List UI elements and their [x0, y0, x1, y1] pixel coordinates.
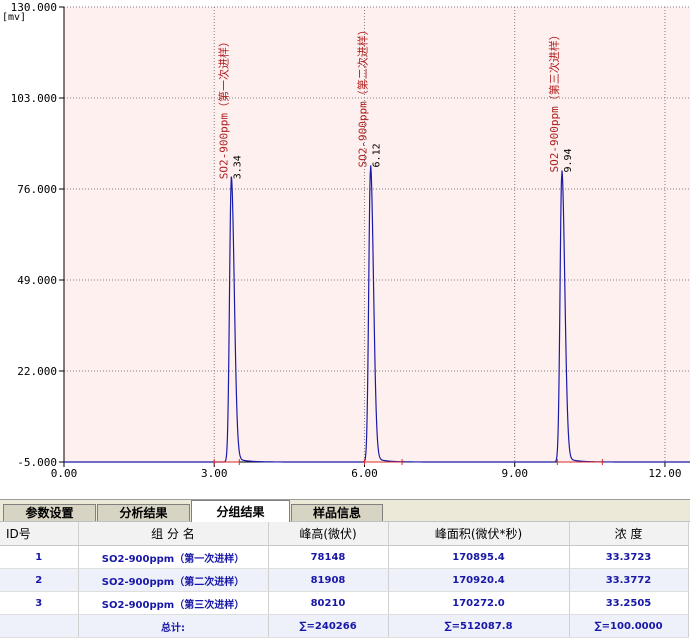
- y-tick-label: 22.000: [17, 365, 57, 378]
- peak-name-label: SO2-900ppm（第一次进样）: [216, 36, 230, 179]
- cell-peak-height: 81908: [268, 568, 389, 592]
- table-row[interactable]: 1 SO2-900ppm（第一次进样） 78148 170895.4 33.37…: [0, 545, 689, 569]
- peak-name-label: SO2-900ppm（第二次进样）: [355, 24, 369, 167]
- tab-sample-info[interactable]: 样品信息: [291, 504, 383, 521]
- header-peak-area[interactable]: 峰面积(微伏*秒): [388, 522, 570, 546]
- cell-peak-height: 80210: [268, 591, 389, 615]
- cell-peak-height: 78148: [268, 545, 389, 569]
- cell-id: 3: [0, 591, 79, 615]
- x-tick-label: 6.00: [351, 467, 378, 480]
- x-tick-label: 3.00: [201, 467, 228, 480]
- peak-rt-label: 3.34: [232, 155, 243, 179]
- chromatogram-chart[interactable]: 0.00 3.00 6.00 9.00 12.00-5.00022.00049.0007…: [0, 0, 690, 498]
- y-tick-label: 76.000: [17, 183, 57, 196]
- header-component-name[interactable]: 组 分 名: [78, 522, 269, 546]
- cell-total-label: 总计:: [78, 614, 269, 638]
- y-tick-label: -5.000: [17, 456, 57, 469]
- cell-total-peak-height: ∑=240266: [268, 614, 389, 638]
- table-header-row: ID号 组 分 名 峰高(微伏) 峰面积(微伏*秒) 浓 度: [0, 522, 689, 546]
- table-row[interactable]: 3 SO2-900ppm（第三次进样） 80210 170272.0 33.25…: [0, 591, 689, 615]
- y-unit-label: [mv]: [2, 12, 26, 23]
- cell-peak-area: 170920.4: [388, 568, 570, 592]
- cell-total-id: [0, 614, 79, 638]
- cell-peak-area: 170895.4: [388, 545, 570, 569]
- tab-group-results[interactable]: 分组结果: [191, 500, 290, 522]
- cell-component-name: SO2-900ppm（第三次进样）: [78, 591, 269, 615]
- cell-id: 2: [0, 568, 79, 592]
- results-table: ID号 组 分 名 峰高(微伏) 峰面积(微伏*秒) 浓 度 1 SO2-900…: [0, 522, 689, 638]
- header-peak-height[interactable]: 峰高(微伏): [268, 522, 389, 546]
- peak-rt-label: 6.12: [371, 143, 382, 167]
- chromatogram-panel: 0.00 3.00 6.00 9.00 12.00 -5.000 22.000 49.000 7…: [0, 0, 690, 498]
- table-totals-row[interactable]: 总计: ∑=240266 ∑=512087.8 ∑=100.0000: [0, 614, 689, 638]
- cell-concentration: 33.3723: [569, 545, 689, 569]
- cell-concentration: 33.2505: [569, 591, 689, 615]
- tab-strip: 参数设置 分析结果 分组结果 样品信息: [0, 499, 690, 522]
- header-concentration[interactable]: 浓 度: [569, 522, 689, 546]
- header-id[interactable]: ID号: [0, 522, 79, 546]
- cell-total-concentration: ∑=100.0000: [569, 614, 689, 638]
- y-tick-label: 49.000: [17, 274, 57, 287]
- y-tick-label: 103.000: [11, 92, 57, 105]
- cell-component-name: SO2-900ppm（第一次进样）: [78, 545, 269, 569]
- x-tick-label: 9.00: [501, 467, 528, 480]
- peak-name-label: SO2-900ppm（第三次进样）: [547, 29, 561, 172]
- cell-total-peak-area: ∑=512087.8: [388, 614, 570, 638]
- peak-rt-label: 9.94: [563, 148, 574, 172]
- tab-analysis-results[interactable]: 分析结果: [97, 504, 190, 521]
- plot-background: [64, 7, 690, 462]
- cell-peak-area: 170272.0: [388, 591, 570, 615]
- cell-id: 1: [0, 545, 79, 569]
- table-row[interactable]: 2 SO2-900ppm（第二次进样） 81908 170920.4 33.37…: [0, 568, 689, 592]
- x-tick-label: 12.00: [648, 467, 681, 480]
- cell-concentration: 33.3772: [569, 568, 689, 592]
- results-grid[interactable]: ID号 组 分 名 峰高(微伏) 峰面积(微伏*秒) 浓 度 1 SO2-900…: [0, 521, 690, 638]
- cell-component-name: SO2-900ppm（第二次进样）: [78, 568, 269, 592]
- tab-parameter-settings[interactable]: 参数设置: [3, 504, 96, 521]
